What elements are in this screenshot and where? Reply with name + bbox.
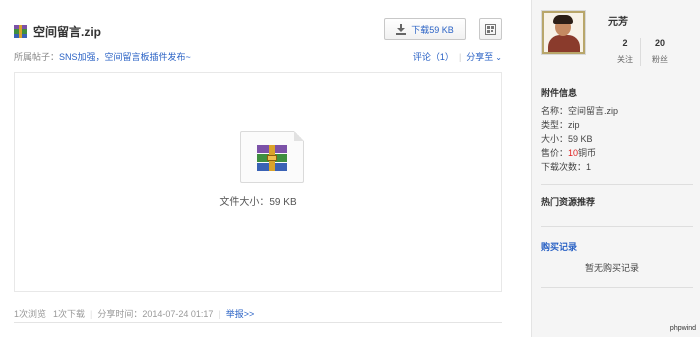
brand-logo: phpwind [669,325,696,332]
file-actions: 评论（1） | 分享至 ⌄ [413,50,502,63]
share-label: 分享至 [466,52,494,62]
file-preview: 文件大小：59 KB [14,72,502,292]
share-time: 分享时间：2014-07-24 01:17 [97,309,214,319]
qr-code-icon [485,23,496,35]
file-thumbnail[interactable] [240,131,304,183]
fans-count: 20 [654,38,665,48]
price-prefix: 售价： [541,148,569,158]
share-link[interactable]: 分享至 ⌄ [466,50,502,63]
file-size-caption: 文件大小：59 KB [219,197,297,208]
file-title: 空间留言.zip [33,24,101,39]
info-size: 大小：59 KB [541,134,593,144]
zip-archive-icon [257,145,287,171]
attachment-info-title: 附件信息 [541,88,578,98]
file-stats: 1次浏览 1次下载 | 分享时间：2014-07-24 01:17 | 举报>> [14,307,254,320]
info-name: 名称：空间留言.zip [541,106,619,116]
following-stat[interactable]: 2 关注 [610,38,640,65]
file-title-row: 空间留言.zip [14,22,101,40]
price-value: 10 [568,148,579,158]
fans-stat[interactable]: 20 粉丝 [645,38,675,65]
avatar[interactable] [541,10,586,55]
section-divider [541,287,693,288]
page-fold [294,131,304,141]
fans-label: 粉丝 [652,55,668,64]
section-divider [541,184,693,185]
divider [640,38,641,66]
download-icon [396,23,407,35]
purchase-empty-note: 暂无购买记录 [584,263,639,273]
view-count: 1次浏览 [14,309,47,319]
divider: | [90,308,93,319]
qr-code-button[interactable] [479,18,502,40]
post-link[interactable]: SNS加强，空间留言板插件发布~ [59,52,191,62]
download-label: 下载59 KB [411,24,454,35]
info-downloads: 下载次数：1 [541,162,592,172]
purchase-title: 购买记录 [541,242,578,252]
divider: | [218,308,221,319]
download-button[interactable]: 下载59 KB [384,18,466,40]
footer-divider [14,322,502,323]
comment-link[interactable]: 评论（1） [413,50,454,63]
price-unit: 铜币 [578,148,597,158]
post-reference: 所属帖子：SNS加强，空间留言板插件发布~ [14,50,191,63]
user-name[interactable]: 元芳 [608,13,628,28]
following-label: 关注 [617,55,633,64]
recommend-title: 热门资源推荐 [541,197,596,207]
sidebar: 元芳 2 关注 20 粉丝 附件信息 名称：空间留言.zip 类型：zip 大小… [531,0,700,337]
chevron-down-icon: ⌄ [495,53,502,62]
report-link[interactable]: 举报>> [226,307,255,320]
attachment-info-list: 名称：空间留言.zip 类型：zip 大小：59 KB 售价：10铜币 下载次数… [541,104,618,174]
post-prefix: 所属帖子： [14,52,60,62]
main-content: 空间留言.zip 下载59 KB 所属帖子：SNS加强，空间留言板插件发布~ 评… [0,0,531,337]
zip-archive-icon [14,24,27,38]
section-divider [541,226,693,227]
info-price: 售价：10铜币 [541,146,618,160]
following-count: 2 [622,38,628,48]
download-count: 1次下载 [53,309,86,319]
info-type: 类型：zip [541,120,580,130]
divider: | [458,51,462,62]
